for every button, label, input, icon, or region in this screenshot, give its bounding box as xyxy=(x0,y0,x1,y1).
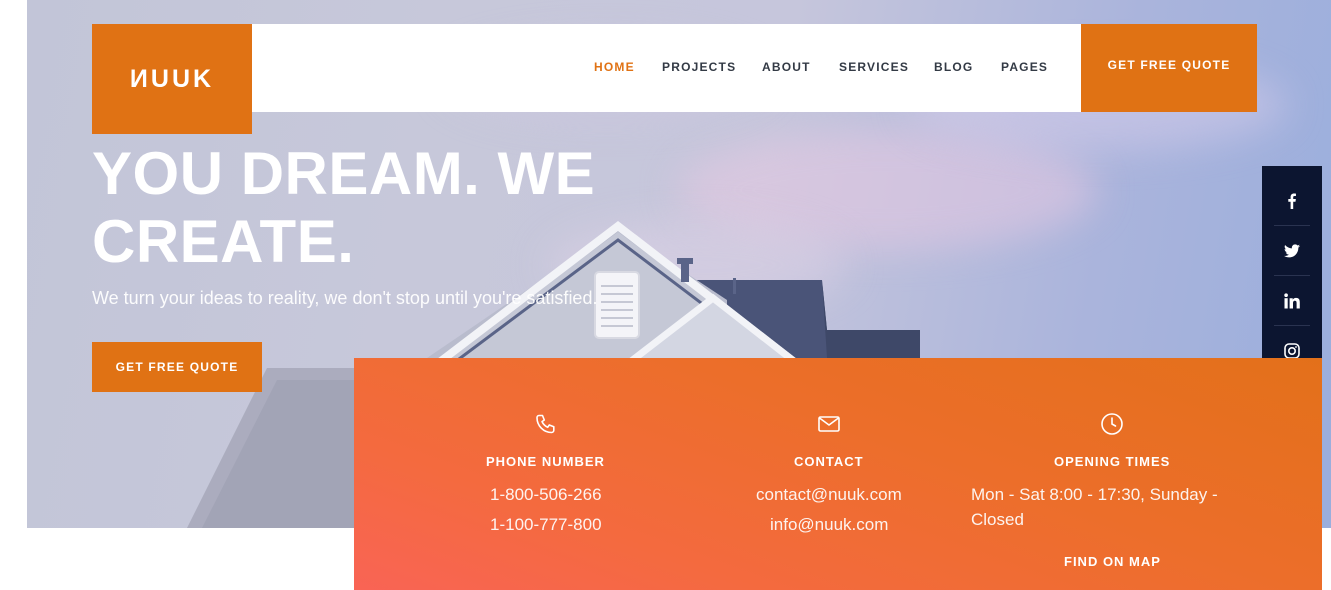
nav-item-services[interactable]: SERVICES xyxy=(839,60,909,74)
nav-item-about[interactable]: ABOUT xyxy=(762,60,811,74)
hours-line-2: Closed xyxy=(971,510,1024,529)
twitter-icon[interactable] xyxy=(1262,226,1322,276)
envelope-icon xyxy=(818,416,840,432)
contact-title: CONTACT xyxy=(794,454,864,469)
nav-item-blog[interactable]: BLOG xyxy=(934,60,973,74)
phone-title: PHONE NUMBER xyxy=(486,454,605,469)
logo[interactable]: ИUUK xyxy=(92,24,252,134)
social-sidebar xyxy=(1262,166,1322,386)
facebook-icon[interactable] xyxy=(1262,176,1322,226)
info-panel: PHONE NUMBER 1-800-506-266 1-100-777-800… xyxy=(354,358,1322,590)
nav-item-projects[interactable]: PROJECTS xyxy=(662,60,736,74)
hours-line-1: Mon - Sat 8:00 - 17:30, Sunday - xyxy=(971,485,1218,504)
hero-headline-line-2: CREATE. xyxy=(92,208,355,275)
header-get-quote-button[interactable]: GET FREE QUOTE xyxy=(1081,24,1257,112)
find-on-map-link[interactable]: FIND ON MAP xyxy=(1064,554,1161,569)
hero-headline: YOU DREAM. WE CREATE. xyxy=(92,140,692,276)
phone-number-1[interactable]: 1-800-506-266 xyxy=(490,485,602,505)
phone-icon xyxy=(536,414,555,434)
hero-get-quote-button[interactable]: GET FREE QUOTE xyxy=(92,342,262,392)
hours-title: OPENING TIMES xyxy=(1054,454,1171,469)
contact-email-1[interactable]: contact@nuuk.com xyxy=(756,485,902,505)
logo-text: ИUUK xyxy=(129,64,215,93)
nav-item-pages[interactable]: PAGES xyxy=(1001,60,1048,74)
clock-icon xyxy=(1101,413,1123,435)
linkedin-icon[interactable] xyxy=(1262,276,1322,326)
phone-number-2[interactable]: 1-100-777-800 xyxy=(490,515,602,535)
hero-subline: We turn your ideas to reality, we don't … xyxy=(92,288,598,308)
nav-item-home[interactable]: HOME xyxy=(594,60,635,74)
hero-headline-line-1: YOU DREAM. WE xyxy=(92,140,596,207)
contact-email-2[interactable]: info@nuuk.com xyxy=(770,515,888,535)
